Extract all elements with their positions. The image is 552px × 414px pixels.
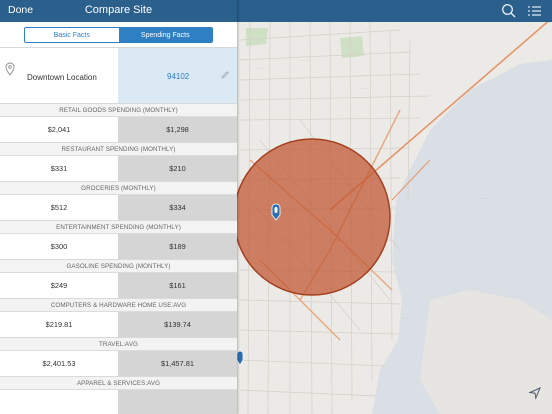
comparison-value: $161: [118, 273, 237, 298]
section-header: RETAIL GOODS SPENDING (MONTHLY): [0, 104, 237, 117]
section-header: RESTAURANT SPENDING (MONTHLY): [0, 143, 237, 156]
table-row: $219.81 $139.74: [0, 312, 237, 338]
table-row: $300 $189: [0, 234, 237, 260]
location-row: Downtown Location 94102: [0, 48, 237, 104]
tab-spending-facts[interactable]: Spending Facts: [118, 28, 212, 42]
segmented-control: Basic Facts Spending Facts: [24, 27, 213, 43]
svg-text:· · · ·: · · · ·: [300, 58, 309, 63]
section-header: GASOLINE SPENDING (MONTHLY): [0, 260, 237, 273]
comparison-value: [118, 390, 237, 414]
table-row: $331 $210: [0, 156, 237, 182]
section-header: ENTERTAINMENT SPENDING (MONTHLY): [0, 221, 237, 234]
table-row: [0, 390, 237, 414]
section-header: APPAREL & SERVICES:AVG: [0, 377, 237, 390]
spending-facts-list: RETAIL GOODS SPENDING (MONTHLY) $2,041 $…: [0, 104, 237, 414]
table-row: $249 $161: [0, 273, 237, 299]
site-value: $2,041: [0, 117, 118, 142]
svg-text:· · · ·: · · · ·: [258, 66, 267, 71]
location-name-cell[interactable]: Downtown Location: [0, 48, 118, 103]
site-value: $331: [0, 156, 118, 181]
zip-code: 94102: [167, 72, 190, 81]
svg-text:· · · ·: · · · ·: [360, 86, 369, 91]
comparison-location-cell[interactable]: 94102: [118, 48, 237, 103]
section-header: GROCERIES (MONTHLY): [0, 182, 237, 195]
trade-area-buffer: [233, 138, 391, 296]
comparison-value: $334: [118, 195, 237, 220]
table-row: $2,401.53 $1,457.81: [0, 351, 237, 377]
location-name: Downtown Location: [27, 73, 97, 82]
comparison-value: $1,457.81: [118, 351, 237, 376]
second-site-pin-icon[interactable]: [236, 350, 244, 366]
panel-header: Done Compare Site: [0, 0, 237, 22]
compare-site-panel: Done Compare Site Basic Facts Spending F…: [0, 0, 237, 414]
site-value: $2,401.53: [0, 351, 118, 376]
comparison-value: $1,298: [118, 117, 237, 142]
location-pin-icon[interactable]: [271, 203, 281, 221]
section-header: COMPUTERS & HARDWARE HOME USE:AVG: [0, 299, 237, 312]
table-row: $2,041 $1,298: [0, 117, 237, 143]
navigation-arrow-icon[interactable]: [528, 386, 542, 400]
site-value: $300: [0, 234, 118, 259]
list-icon[interactable]: [526, 2, 544, 20]
tab-bar: Basic Facts Spending Facts: [0, 22, 237, 48]
svg-text:· · · ·: · · · ·: [480, 196, 489, 201]
edit-pencil-icon[interactable]: [220, 70, 230, 80]
tab-basic-facts[interactable]: Basic Facts: [25, 28, 119, 42]
site-value: $512: [0, 195, 118, 220]
section-header: TRAVEL:AVG: [0, 338, 237, 351]
site-value: $219.81: [0, 312, 118, 337]
site-value: $249: [0, 273, 118, 298]
comparison-value: $189: [118, 234, 237, 259]
comparison-value: $210: [118, 156, 237, 181]
search-icon[interactable]: [500, 2, 518, 20]
site-value: [0, 390, 118, 414]
page-title: Compare Site: [84, 4, 153, 16]
map-pin-icon: [5, 62, 15, 76]
comparison-value: $139.74: [118, 312, 237, 337]
table-row: $512 $334: [0, 195, 237, 221]
svg-text:· · · ·: · · · ·: [402, 316, 411, 321]
